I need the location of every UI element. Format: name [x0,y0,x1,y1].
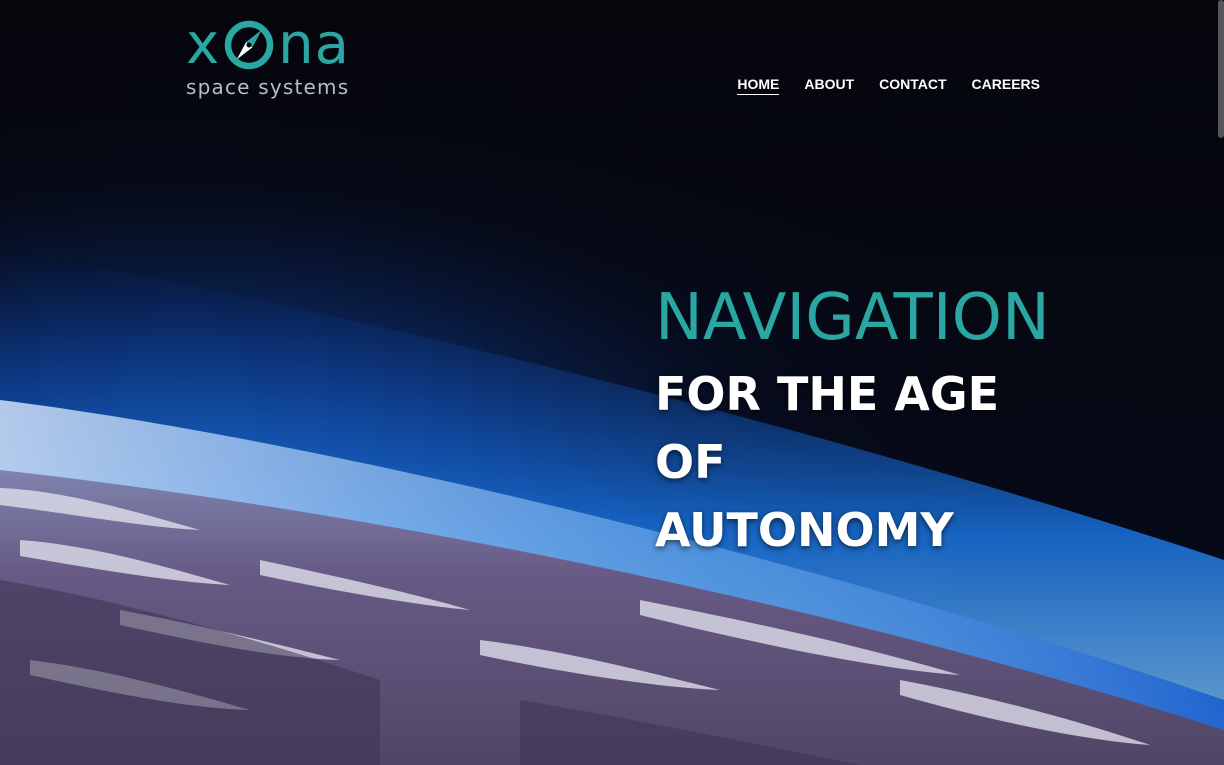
logo-tagline: space systems [186,75,350,99]
page: x na space systems HOME ABOUT CONTACT CA… [0,0,1224,765]
hero-headline: NAVIGATION FOR THE AGE OF AUTONOMY [655,284,1075,564]
nav-about[interactable]: ABOUT [804,76,854,95]
hero-headline-line3: AUTONOMY [655,503,954,557]
xona-logo[interactable]: x na space systems [186,16,392,102]
page-scrollbar[interactable] [1218,0,1224,138]
nav-home[interactable]: HOME [737,76,780,95]
compass-icon [224,20,274,70]
logo-letters-na: na [278,12,350,77]
logo-letters-x: x [186,12,221,77]
nav-careers[interactable]: CAREERS [972,76,1040,95]
main-nav: HOME ABOUT CONTACT CAREERS [737,76,1040,95]
logo-wordmark: x na [186,16,392,74]
hero-headline-accent: NAVIGATION [655,281,1050,355]
hero-headline-line2: FOR THE AGE OF [655,367,1000,489]
nav-contact[interactable]: CONTACT [879,76,946,95]
